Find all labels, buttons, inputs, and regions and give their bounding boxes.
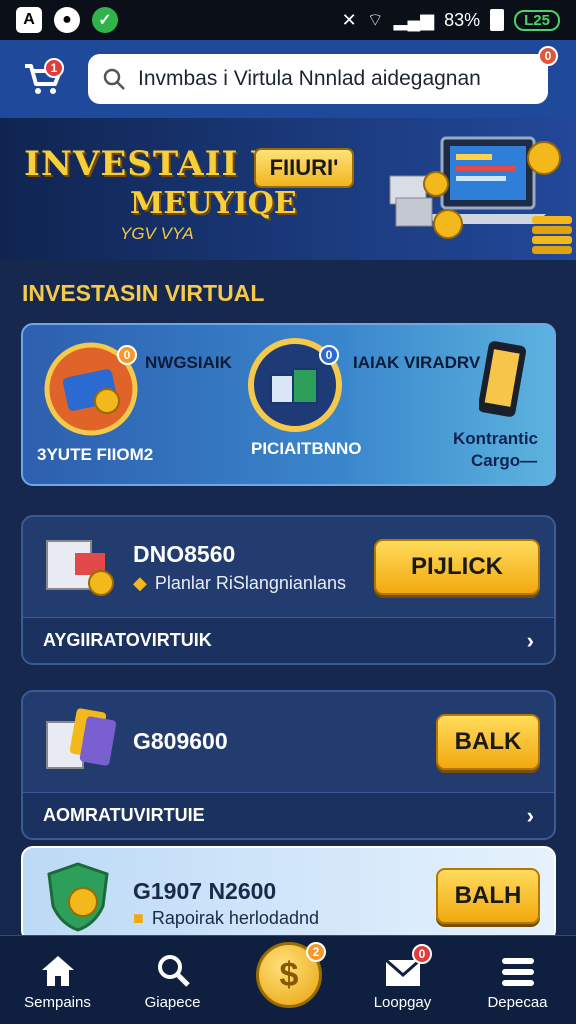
section-title: INVESTASIN VIRTUAL	[22, 280, 265, 306]
phone-icon	[479, 341, 527, 417]
nav-item-mail[interactable]: Loopgay	[345, 936, 460, 1024]
chevron-right-icon: ›	[526, 627, 534, 653]
mail-badge: 0	[412, 944, 432, 964]
nav-item-home[interactable]: Sempains	[0, 936, 115, 1024]
cash-box-icon	[46, 540, 114, 596]
offer-card[interactable]: DNO8560 ◆ Planlar RiSlangnianlans PIJLIC…	[21, 515, 556, 665]
notification-badge: 0	[538, 46, 558, 66]
search-icon	[157, 955, 190, 987]
camera-notification-icon: ●	[54, 7, 80, 33]
offer-title: G809600	[133, 728, 228, 754]
nav-label: Loopgay	[373, 994, 432, 1011]
offer-subtitle: Planlar RiSlangnianlans	[154, 573, 346, 593]
bottom-nav: Sempains Giapece $ 2 Loopgay 0 Depecaa	[0, 935, 576, 1024]
feature-card[interactable]: 0 NWGSIAIK 3YUTE FIIOM2 0 PICIAITBNNO IA…	[21, 323, 556, 486]
search-icon	[103, 68, 125, 90]
nav-item-menu[interactable]: Depecaa	[460, 936, 575, 1024]
item1-badge: 0	[117, 345, 137, 365]
check-notification-icon: ✓	[92, 7, 118, 33]
coin-icon: ■	[133, 908, 144, 928]
offer-footer-label: AOMRATUVIRTUIE	[43, 805, 205, 825]
card-stack-icon	[46, 708, 117, 769]
wifi-icon: ⌔	[366, 9, 384, 30]
offer-footer-label: AYGIIRATOVIRTUIK	[43, 630, 212, 650]
banner-button[interactable]: FIIURI'	[254, 148, 354, 188]
item3-caption-line2: Cargo—	[471, 451, 538, 470]
signal-icon: ▂▄▆	[393, 9, 435, 30]
offer-title: G1907 N2600	[133, 878, 277, 904]
nav-item-search[interactable]: Giapece	[115, 936, 230, 1024]
shield-icon	[47, 862, 109, 932]
nav-label: Depecaa	[487, 994, 548, 1011]
nav-label: Sempains	[24, 994, 91, 1011]
banner-title-line2: MEUYIQE	[130, 186, 297, 221]
center-badge: 2	[306, 942, 326, 962]
banner-subtitle: YGV VYA	[120, 224, 194, 243]
item3-title: IAIAK VIRADRV	[353, 353, 481, 372]
search-input[interactable]: Invmbas i Virtula Nnnlad aidegagnan 0	[88, 46, 558, 104]
mute-icon: ✕	[341, 9, 357, 30]
battery-pill: L25	[514, 9, 560, 31]
offer-title: DNO8560	[133, 541, 236, 567]
offer-buy-button[interactable]: BALK	[436, 714, 540, 770]
app-notification-icon: A	[16, 7, 42, 33]
promo-banner[interactable]: INVESTAII VR FIIURI' MEUYIQE YGV VYA	[0, 118, 576, 260]
battery-icon	[490, 9, 505, 31]
offer-card[interactable]: G1907 N2600 ■ Rapoirak herlodadnd BALH	[21, 846, 556, 942]
laptop-coins-illustration	[389, 136, 572, 254]
item2-caption: PICIAITBNNO	[251, 439, 362, 458]
cart-badge: 1	[44, 58, 64, 78]
offer-card[interactable]: G809600 BALK AOMRATUVIRTUIE ›	[21, 690, 556, 840]
search-text: Invmbas i Virtula Nnnlad aidegagnan	[138, 67, 481, 90]
header: 1 Invmbas i Virtula Nnnlad aidegagnan 0	[0, 40, 576, 118]
item1-title: NWGSIAIK	[145, 353, 232, 372]
menu-icon	[501, 958, 534, 986]
offer-footer-link[interactable]: AYGIIRATOVIRTUIK ›	[23, 617, 554, 663]
home-icon	[41, 956, 74, 986]
offer-subtitle: Rapoirak herlodadnd	[151, 908, 319, 928]
shield-coin-icon: ◆	[133, 573, 147, 593]
item2-badge: 0	[319, 345, 339, 365]
cart-button[interactable]: 1	[18, 54, 68, 104]
chevron-right-icon: ›	[526, 802, 534, 828]
offer-buy-button[interactable]: PIJLICK	[374, 539, 540, 595]
nav-label: Giapece	[144, 994, 201, 1011]
item3-caption: Kontrantic	[453, 429, 538, 448]
offer-buy-button[interactable]: BALH	[436, 868, 540, 924]
battery-percent: 83%	[444, 9, 481, 30]
item1-caption: 3YUTE FIIOM2	[37, 445, 154, 464]
offer-footer-link[interactable]: AOMRATUVIRTUIE ›	[23, 792, 554, 838]
status-bar: A ● ✓ ✕ ⌔ ▂▄▆ 83% L25	[0, 0, 576, 40]
